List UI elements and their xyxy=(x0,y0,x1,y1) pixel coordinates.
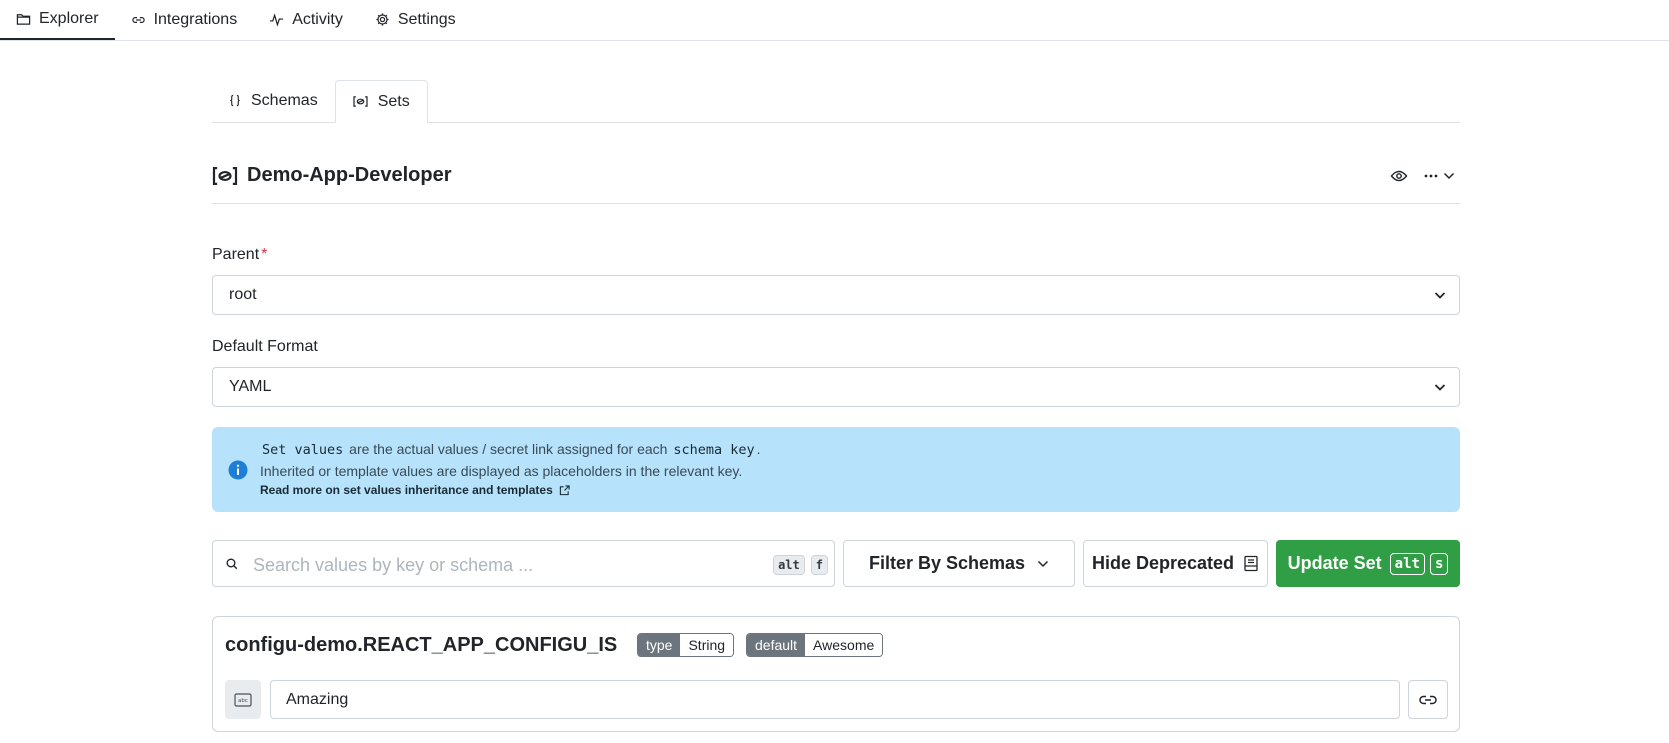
alert-link-text: Read more on set values inheritance and … xyxy=(260,483,553,497)
view-button[interactable] xyxy=(1384,164,1414,188)
tab-bar: Schemas Sets xyxy=(212,80,1460,123)
more-actions-button[interactable] xyxy=(1418,164,1460,188)
filter-by-schemas-button[interactable]: Filter By Schemas xyxy=(843,540,1075,587)
kbd-s: s xyxy=(1429,552,1449,575)
value-input[interactable] xyxy=(270,680,1400,719)
more-icon xyxy=(1424,174,1438,178)
gear-icon xyxy=(376,13,389,26)
filter-label: Filter By Schemas xyxy=(868,553,1026,573)
format-label: Default Format xyxy=(212,338,318,355)
value-type-button[interactable]: abc xyxy=(225,680,261,719)
update-set-button[interactable]: Update Set alt s xyxy=(1276,540,1460,587)
page-title: Demo-App-Developer xyxy=(247,164,452,186)
search-input[interactable] xyxy=(251,551,775,579)
tab-sets[interactable]: Sets xyxy=(334,80,428,123)
folder-icon xyxy=(16,14,31,25)
nav-item-integrations[interactable]: Integrations xyxy=(115,0,254,39)
schema-key-title: configu-demo.REACT_APP_CONFIGU_IS xyxy=(225,634,618,656)
alert-period: . xyxy=(756,441,761,457)
link-icon xyxy=(131,16,145,23)
set-header: Demo-App-Developer xyxy=(212,152,1460,204)
alert-line-2: Inherited or template values are display… xyxy=(260,463,743,479)
set-icon xyxy=(353,96,368,107)
info-icon xyxy=(228,460,248,480)
kbd-f: f xyxy=(810,555,828,575)
hide-label: Hide Deprecated xyxy=(1091,553,1235,573)
parent-label-text: Parent xyxy=(212,246,260,263)
chevron-down-icon xyxy=(1434,292,1446,299)
link-secret-button[interactable] xyxy=(1408,680,1448,719)
format-select-value: YAML xyxy=(229,378,272,395)
format-select[interactable]: YAML xyxy=(212,367,1460,407)
search-icon xyxy=(226,558,238,570)
nav-item-settings[interactable]: Settings xyxy=(359,0,472,39)
tab-schemas[interactable]: Schemas xyxy=(212,80,335,121)
nav-item-explorer[interactable]: Explorer xyxy=(0,0,115,40)
eye-icon xyxy=(1390,170,1408,182)
default-badge: default Awesome xyxy=(746,633,884,657)
kbd-alt: alt xyxy=(773,555,805,575)
alert-text: are the actual values / secret link assi… xyxy=(349,441,668,457)
nav-label: Settings xyxy=(397,10,456,28)
hide-deprecated-button[interactable]: Hide Deprecated xyxy=(1083,540,1268,587)
alert-code-set-values: Set values xyxy=(262,442,344,458)
alert-code-schema-key: schema key xyxy=(673,442,755,458)
kbd-alt: alt xyxy=(1389,552,1425,575)
parent-label: Parent * xyxy=(212,246,267,264)
braces-icon xyxy=(230,94,240,107)
chevron-down-icon xyxy=(1443,172,1455,180)
info-alert: Set values are the actual values / secre… xyxy=(212,427,1460,512)
svg-text:abc: abc xyxy=(238,698,248,704)
nav-label: Integrations xyxy=(153,10,238,28)
nav-label: Activity xyxy=(292,10,343,28)
search-shortcut: alt f xyxy=(773,555,828,575)
required-marker: * xyxy=(261,246,268,263)
tab-label: Sets xyxy=(377,92,410,110)
activity-icon xyxy=(270,12,284,27)
nav-label: Explorer xyxy=(39,10,99,27)
update-label: Update Set xyxy=(1287,553,1382,573)
type-badge-value: String xyxy=(680,634,734,656)
alert-line-1: Set values are the actual values / secre… xyxy=(260,441,761,458)
text-input-icon: abc xyxy=(234,692,252,707)
set-actions xyxy=(1384,164,1460,188)
top-nav: Explorer Integrations Activity Settings xyxy=(0,0,1669,41)
chevron-down-icon xyxy=(1434,384,1446,391)
chevron-down-icon xyxy=(1038,560,1049,567)
alert-docs-link[interactable]: Read more on set values inheritance and … xyxy=(260,483,570,497)
type-badge: type String xyxy=(637,633,735,657)
link-icon xyxy=(1419,695,1437,704)
search-box: alt f xyxy=(212,540,835,587)
nav-item-activity[interactable]: Activity xyxy=(253,0,359,39)
set-icon xyxy=(212,167,238,185)
parent-select[interactable]: root xyxy=(212,275,1460,315)
set-value-card: configu-demo.REACT_APP_CONFIGU_IS type S… xyxy=(212,616,1460,732)
tab-label: Schemas xyxy=(251,91,318,109)
type-badge-label: type xyxy=(638,634,681,656)
external-link-icon xyxy=(559,484,570,495)
default-badge-label: default xyxy=(747,634,806,656)
archive-icon xyxy=(1244,555,1258,572)
default-badge-value: Awesome xyxy=(805,634,883,656)
parent-select-value: root xyxy=(229,286,257,303)
